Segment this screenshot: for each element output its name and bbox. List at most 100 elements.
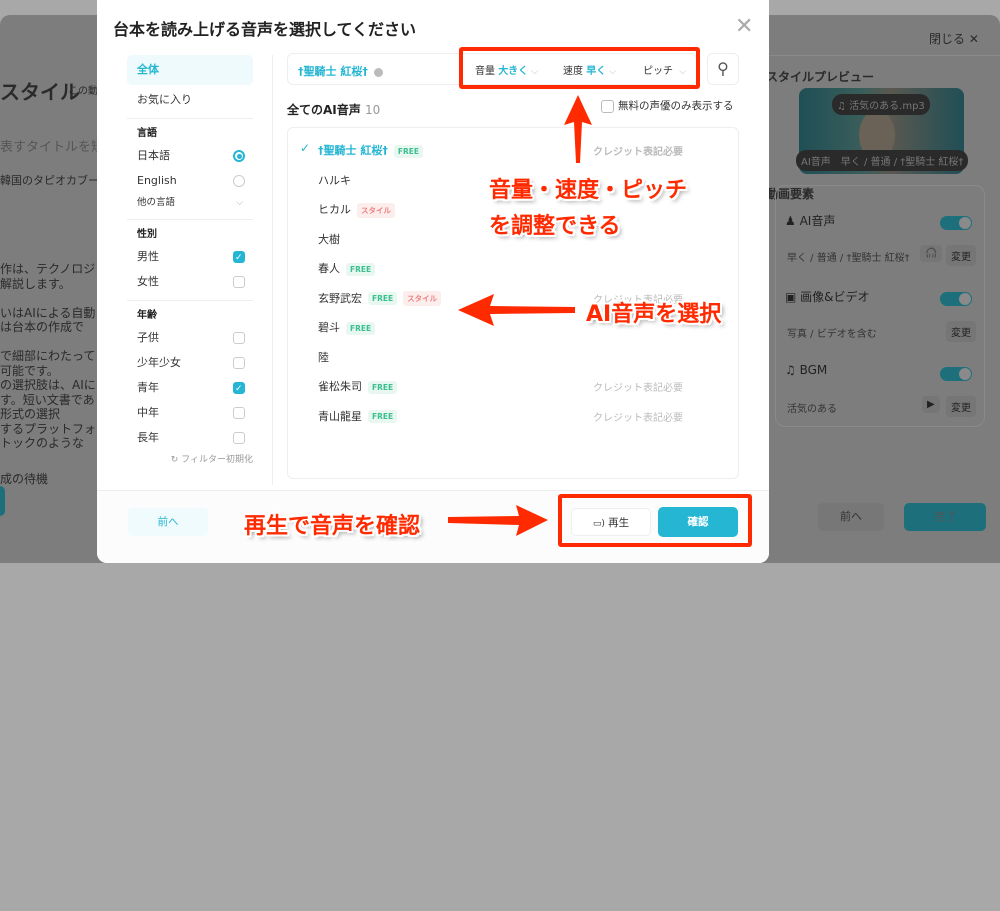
free-badge: FREE — [393, 144, 423, 158]
filter-sidebar: 全体 お気に入り 言語 日本語English 他の言語⌵ 性別 男性女性 年齢 … — [127, 55, 253, 465]
credit-required: クレジット表記必要 — [593, 147, 683, 158]
list-heading: 全てのAI音声 10 — [287, 103, 381, 117]
prev-button[interactable]: 前へ — [128, 508, 208, 536]
age-option[interactable]: 中年 — [127, 400, 253, 425]
voice-list-item[interactable]: 青山龍星 FREE クレジット表記必要 — [288, 400, 738, 429]
age-option[interactable]: 少年少女 — [127, 350, 253, 375]
bg-body-line: は台本の作成で — [0, 320, 85, 334]
filter-all[interactable]: 全体 — [127, 55, 253, 85]
search-button[interactable]: ⚲ — [707, 53, 739, 85]
chevron-down-icon: ⌵ — [236, 198, 243, 208]
radio-button[interactable] — [233, 150, 245, 162]
checkbox[interactable] — [233, 407, 245, 419]
search-icon: ⚲ — [717, 59, 729, 78]
language-heading: 言語 — [137, 128, 157, 139]
bg-title-value: 韓国のタピオカブー — [0, 174, 97, 187]
bg-button[interactable] — [0, 486, 5, 516]
bg-element-desc: 写真 / ビデオを含む — [787, 329, 877, 340]
free-badge: FREE — [368, 292, 398, 305]
selected-voice: †聖騎士 紅桜† — [298, 63, 383, 79]
voice-list-item[interactable]: ✓ †聖騎士 紅桜† FREE クレジット表記必要 — [288, 134, 738, 163]
annotation-box-buttons — [558, 494, 752, 547]
language-option[interactable]: 日本語 — [127, 143, 253, 168]
bg-status: 成の待機 — [0, 472, 49, 486]
other-languages-dropdown[interactable]: 他の言語 ⌵ — [127, 193, 253, 213]
language-option[interactable]: English — [127, 168, 253, 193]
annotation-select-voice: AI音声を選択 — [586, 302, 722, 327]
voice-list-item[interactable]: 春人 FREE — [288, 252, 738, 281]
checkbox[interactable] — [233, 332, 245, 344]
voice-name: ハルキ — [318, 173, 351, 187]
free-badge: FREE — [346, 262, 376, 276]
bg-done-button[interactable]: 完了 — [904, 503, 986, 531]
bg-element-change-button[interactable]: 変更 — [946, 245, 976, 266]
voice-list-item[interactable]: 陸 — [288, 341, 738, 370]
age-option[interactable]: 長年 — [127, 425, 253, 450]
voice-name: 青山龍星 — [318, 409, 362, 423]
voice-name: 雀松朱司 — [318, 380, 362, 393]
check-icon: ✓ — [300, 141, 311, 155]
voice-name: 春人 — [318, 262, 340, 275]
credit-required: クレジット表記必要 — [593, 412, 683, 424]
checkbox[interactable] — [233, 246, 245, 271]
bg-prev-button[interactable]: 前へ — [818, 503, 884, 531]
play-icon[interactable]: ▶ — [922, 396, 940, 413]
free-badge: FREE — [368, 410, 398, 423]
annotation-box-controls — [459, 47, 700, 89]
bg-element-change-button[interactable]: 変更 — [946, 396, 976, 417]
bg-close-button[interactable]: 閉じる ✕ — [929, 30, 979, 47]
voice-count: 10 — [364, 103, 381, 117]
bg-element-desc: 活気のある — [787, 404, 837, 415]
gender-option[interactable]: 女性 — [127, 269, 253, 294]
voice-name: ヒカル — [318, 203, 351, 216]
bg-body-line: トックのような — [0, 436, 85, 450]
age-option[interactable]: 青年 — [127, 375, 253, 402]
voice-list-item[interactable]: 雀松朱司 FREE クレジット表記必要 — [288, 370, 738, 399]
annotation-play-confirm: 再生で音声を確認 — [244, 514, 421, 539]
free-badge: FREE — [368, 380, 398, 394]
bg-element-toggle[interactable] — [940, 367, 972, 381]
annotation-controls-line1: 音量・速度・ピッチ — [489, 178, 688, 203]
voice-name: 大樹 — [318, 232, 340, 246]
gender-option[interactable]: 男性 — [127, 244, 253, 271]
bg-preview-title: スタイルプレビュー — [766, 70, 875, 84]
music-icon: ♫ — [785, 363, 796, 377]
bg-element-toggle[interactable] — [940, 292, 972, 306]
bg-preview-music: ♫ 活気のある.mp3 — [832, 94, 930, 115]
checkbox[interactable] — [233, 357, 245, 369]
style-badge: スタイル — [357, 202, 395, 218]
checkbox[interactable] — [233, 377, 245, 402]
close-icon[interactable]: ✕ — [735, 14, 753, 39]
radio-button[interactable] — [233, 175, 245, 187]
modal-title: 台本を読み上げる音声を選択してください — [113, 20, 417, 39]
free-badge: FREE — [346, 321, 376, 335]
bg-preview-voice: AI音声 早く / 普通 / †聖騎士 紅桜† — [796, 150, 969, 171]
info-icon[interactable] — [373, 67, 383, 77]
bg-element-toggle[interactable] — [940, 216, 972, 230]
bg-body-line: 解説します。 — [0, 276, 71, 291]
voice-name: 陸 — [318, 350, 329, 364]
gender-heading: 性別 — [137, 229, 157, 240]
bg-heading-note: この動 — [68, 86, 97, 97]
bg-title-input[interactable]: 表すタイトルを短 — [0, 136, 97, 155]
checkbox[interactable] — [233, 432, 245, 444]
age-option[interactable]: 子供 — [127, 325, 253, 350]
age-heading: 年齢 — [137, 310, 157, 321]
style-badge: スタイル — [403, 291, 442, 306]
headphones-icon[interactable]: 🎧 — [920, 245, 943, 262]
voice-name: †聖騎士 紅桜† — [318, 144, 388, 157]
bg-element-change-button[interactable]: 変更 — [946, 321, 976, 342]
bg-element-desc: 早く / 普通 / †聖騎士 紅桜† — [787, 253, 910, 264]
checkbox[interactable] — [233, 276, 245, 288]
credit-required: クレジット表記必要 — [593, 383, 683, 394]
voice-name: 碧斗 — [318, 321, 340, 334]
voice-name: 玄野武宏 — [318, 291, 362, 305]
bg-element-2: ♫ BGM — [785, 363, 828, 377]
voice-icon: ♟ — [785, 214, 796, 228]
reset-filters-button[interactable]: ↻ フィルター初期化 — [127, 452, 253, 465]
image-icon: ▣ — [785, 290, 797, 304]
annotation-controls-line2: を調整できる — [489, 214, 621, 239]
background-editor: スタイル この動 表すタイトルを短 韓国のタピオカブー 作は、テクノロジ 解説しま… — [0, 0, 97, 563]
free-only-checkbox[interactable]: 無料の声優のみ表示する — [601, 98, 734, 113]
filter-favorites[interactable]: お気に入り — [127, 87, 253, 112]
